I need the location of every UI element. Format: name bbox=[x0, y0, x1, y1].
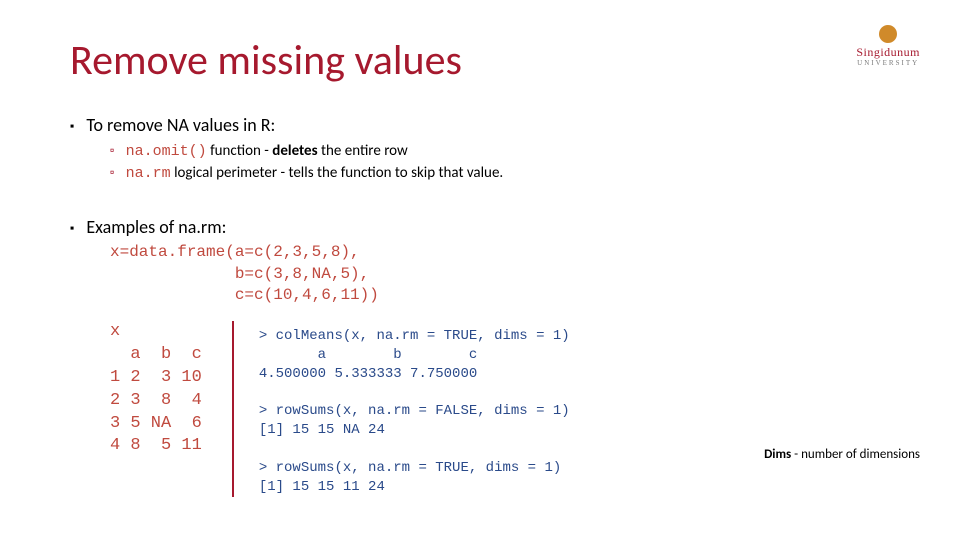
page-title: Remove missing values bbox=[70, 35, 890, 86]
code-output-console: > colMeans(x, na.rm = TRUE, dims = 1) a … bbox=[259, 321, 570, 497]
logo: Singidunum UNIVERSITY bbox=[856, 25, 920, 67]
bullet-item: Examples of na.rm: x=data.frame(a=c(2,3,… bbox=[70, 216, 890, 307]
bullet-list: To remove NA values in R: na.omit() func… bbox=[70, 114, 890, 182]
bullet-list-2: Examples of na.rm: x=data.frame(a=c(2,3,… bbox=[70, 216, 890, 307]
code-output-x: x a b c 1 2 3 10 2 3 8 4 3 5 NA 6 4 8 5 … bbox=[110, 321, 232, 497]
sub-bullet-item: na.omit() function - deletes the entire … bbox=[110, 142, 890, 160]
code-block-define: x=data.frame(a=c(2,3,5,8), b=c(3,8,NA,5)… bbox=[110, 242, 890, 307]
logo-subtext: UNIVERSITY bbox=[857, 59, 919, 67]
logo-mark bbox=[879, 25, 897, 43]
sub-bullet-item: na.rm logical perimeter - tells the func… bbox=[110, 164, 890, 182]
sub-bullet-list: na.omit() function - deletes the entire … bbox=[110, 142, 890, 182]
examples-row: x a b c 1 2 3 10 2 3 8 4 3 5 NA 6 4 8 5 … bbox=[110, 321, 890, 497]
bullet-item: To remove NA values in R: na.omit() func… bbox=[70, 114, 890, 182]
side-note: Dims - number of dimensions bbox=[764, 447, 920, 462]
vertical-divider bbox=[232, 321, 234, 497]
logo-text: Singidunum bbox=[856, 45, 920, 60]
